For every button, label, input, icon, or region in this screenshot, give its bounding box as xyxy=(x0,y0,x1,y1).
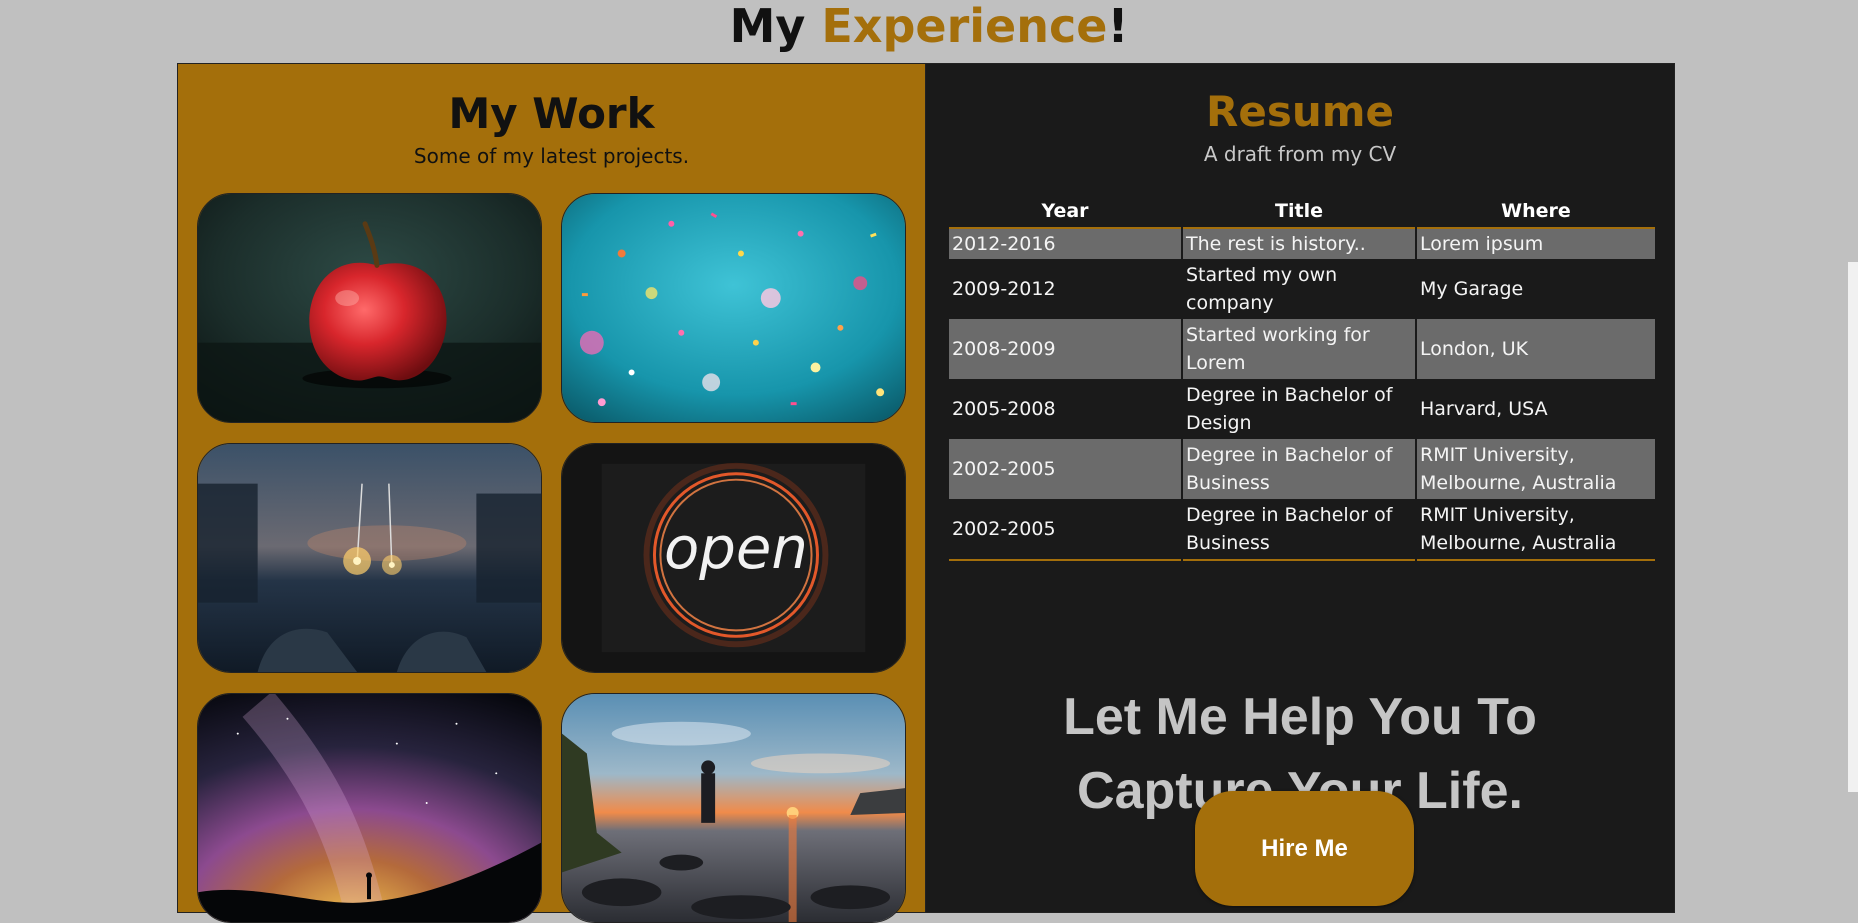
scrollbar-thumb[interactable] xyxy=(1848,262,1858,792)
table-row: 2005-2008 Degree in Bachelor of Design H… xyxy=(949,379,1655,439)
column-header-year: Year xyxy=(949,195,1181,229)
resume-heading: Resume xyxy=(1206,87,1394,136)
column-header-title: Title xyxy=(1183,195,1415,229)
project-photo-sparklers[interactable] xyxy=(197,443,542,673)
project-gallery: open xyxy=(197,193,906,923)
page-title: My Experience! xyxy=(0,0,1858,52)
cta-line-1: Let Me Help You To xyxy=(1063,688,1537,746)
cell-title: Started working for Lorem xyxy=(1183,319,1415,379)
resume-table: Year Title Where 2012-2016 The rest is h… xyxy=(947,195,1657,561)
table-row: 2008-2009 Started working for Lorem Lond… xyxy=(949,319,1655,379)
cell-title: The rest is history.. xyxy=(1183,229,1415,259)
resume-section: Resume A draft from my CV Year Title Whe… xyxy=(926,64,1674,912)
project-photo-apple[interactable] xyxy=(197,193,542,423)
svg-text:open: open xyxy=(664,515,808,582)
cell-title: Started my own company xyxy=(1186,264,1338,314)
my-work-section: My Work Some of my latest projects. open xyxy=(178,64,926,923)
table-row: 2009-2012 Started my own company My Gara… xyxy=(949,259,1655,319)
resume-subtitle: A draft from my CV xyxy=(1203,142,1397,166)
title-suffix: ! xyxy=(1107,0,1129,53)
cell-where: London, UK xyxy=(1417,319,1655,379)
cell-year: 2002-2005 xyxy=(949,439,1181,499)
cell-title: Degree in Bachelor of Design xyxy=(1186,384,1393,434)
cell-where: Lorem ipsum xyxy=(1417,229,1655,259)
cell-year: 2002-2005 xyxy=(949,499,1181,561)
cell-where: Harvard, USA xyxy=(1420,398,1548,420)
my-work-subtitle: Some of my latest projects. xyxy=(413,144,690,168)
hire-me-button[interactable]: Hire Me xyxy=(1195,791,1414,906)
project-photo-milky-way[interactable] xyxy=(197,693,542,923)
my-work-heading: My Work xyxy=(448,89,655,138)
table-row: 2002-2005 Degree in Bachelor of Business… xyxy=(949,499,1655,561)
cell-where: RMIT University, Melbourne, Australia xyxy=(1417,439,1655,499)
experience-panel: My Work Some of my latest projects. open… xyxy=(177,63,1675,923)
cell-where: RMIT University, Melbourne, Australia xyxy=(1417,499,1655,561)
table-row: 2012-2016 The rest is history.. Lorem ip… xyxy=(949,229,1655,259)
cell-year: 2012-2016 xyxy=(949,229,1181,259)
project-photo-confetti[interactable] xyxy=(561,193,906,423)
cell-title: Degree in Bachelor of Business xyxy=(1183,499,1415,561)
title-accent: Experience xyxy=(821,0,1108,53)
column-header-where: Where xyxy=(1417,195,1655,229)
cell-title: Degree in Bachelor of Business xyxy=(1183,439,1415,499)
cell-year: 2009-2012 xyxy=(952,278,1056,300)
project-photo-open-sign[interactable]: open xyxy=(561,443,906,673)
cell-year: 2005-2008 xyxy=(952,398,1056,420)
project-photo-sunset[interactable] xyxy=(561,693,906,923)
page-scrollbar[interactable] xyxy=(1848,0,1858,907)
table-row: 2002-2005 Degree in Bachelor of Business… xyxy=(949,439,1655,499)
cell-where: My Garage xyxy=(1420,278,1524,300)
title-prefix: My xyxy=(729,0,822,53)
cell-year: 2008-2009 xyxy=(949,319,1181,379)
